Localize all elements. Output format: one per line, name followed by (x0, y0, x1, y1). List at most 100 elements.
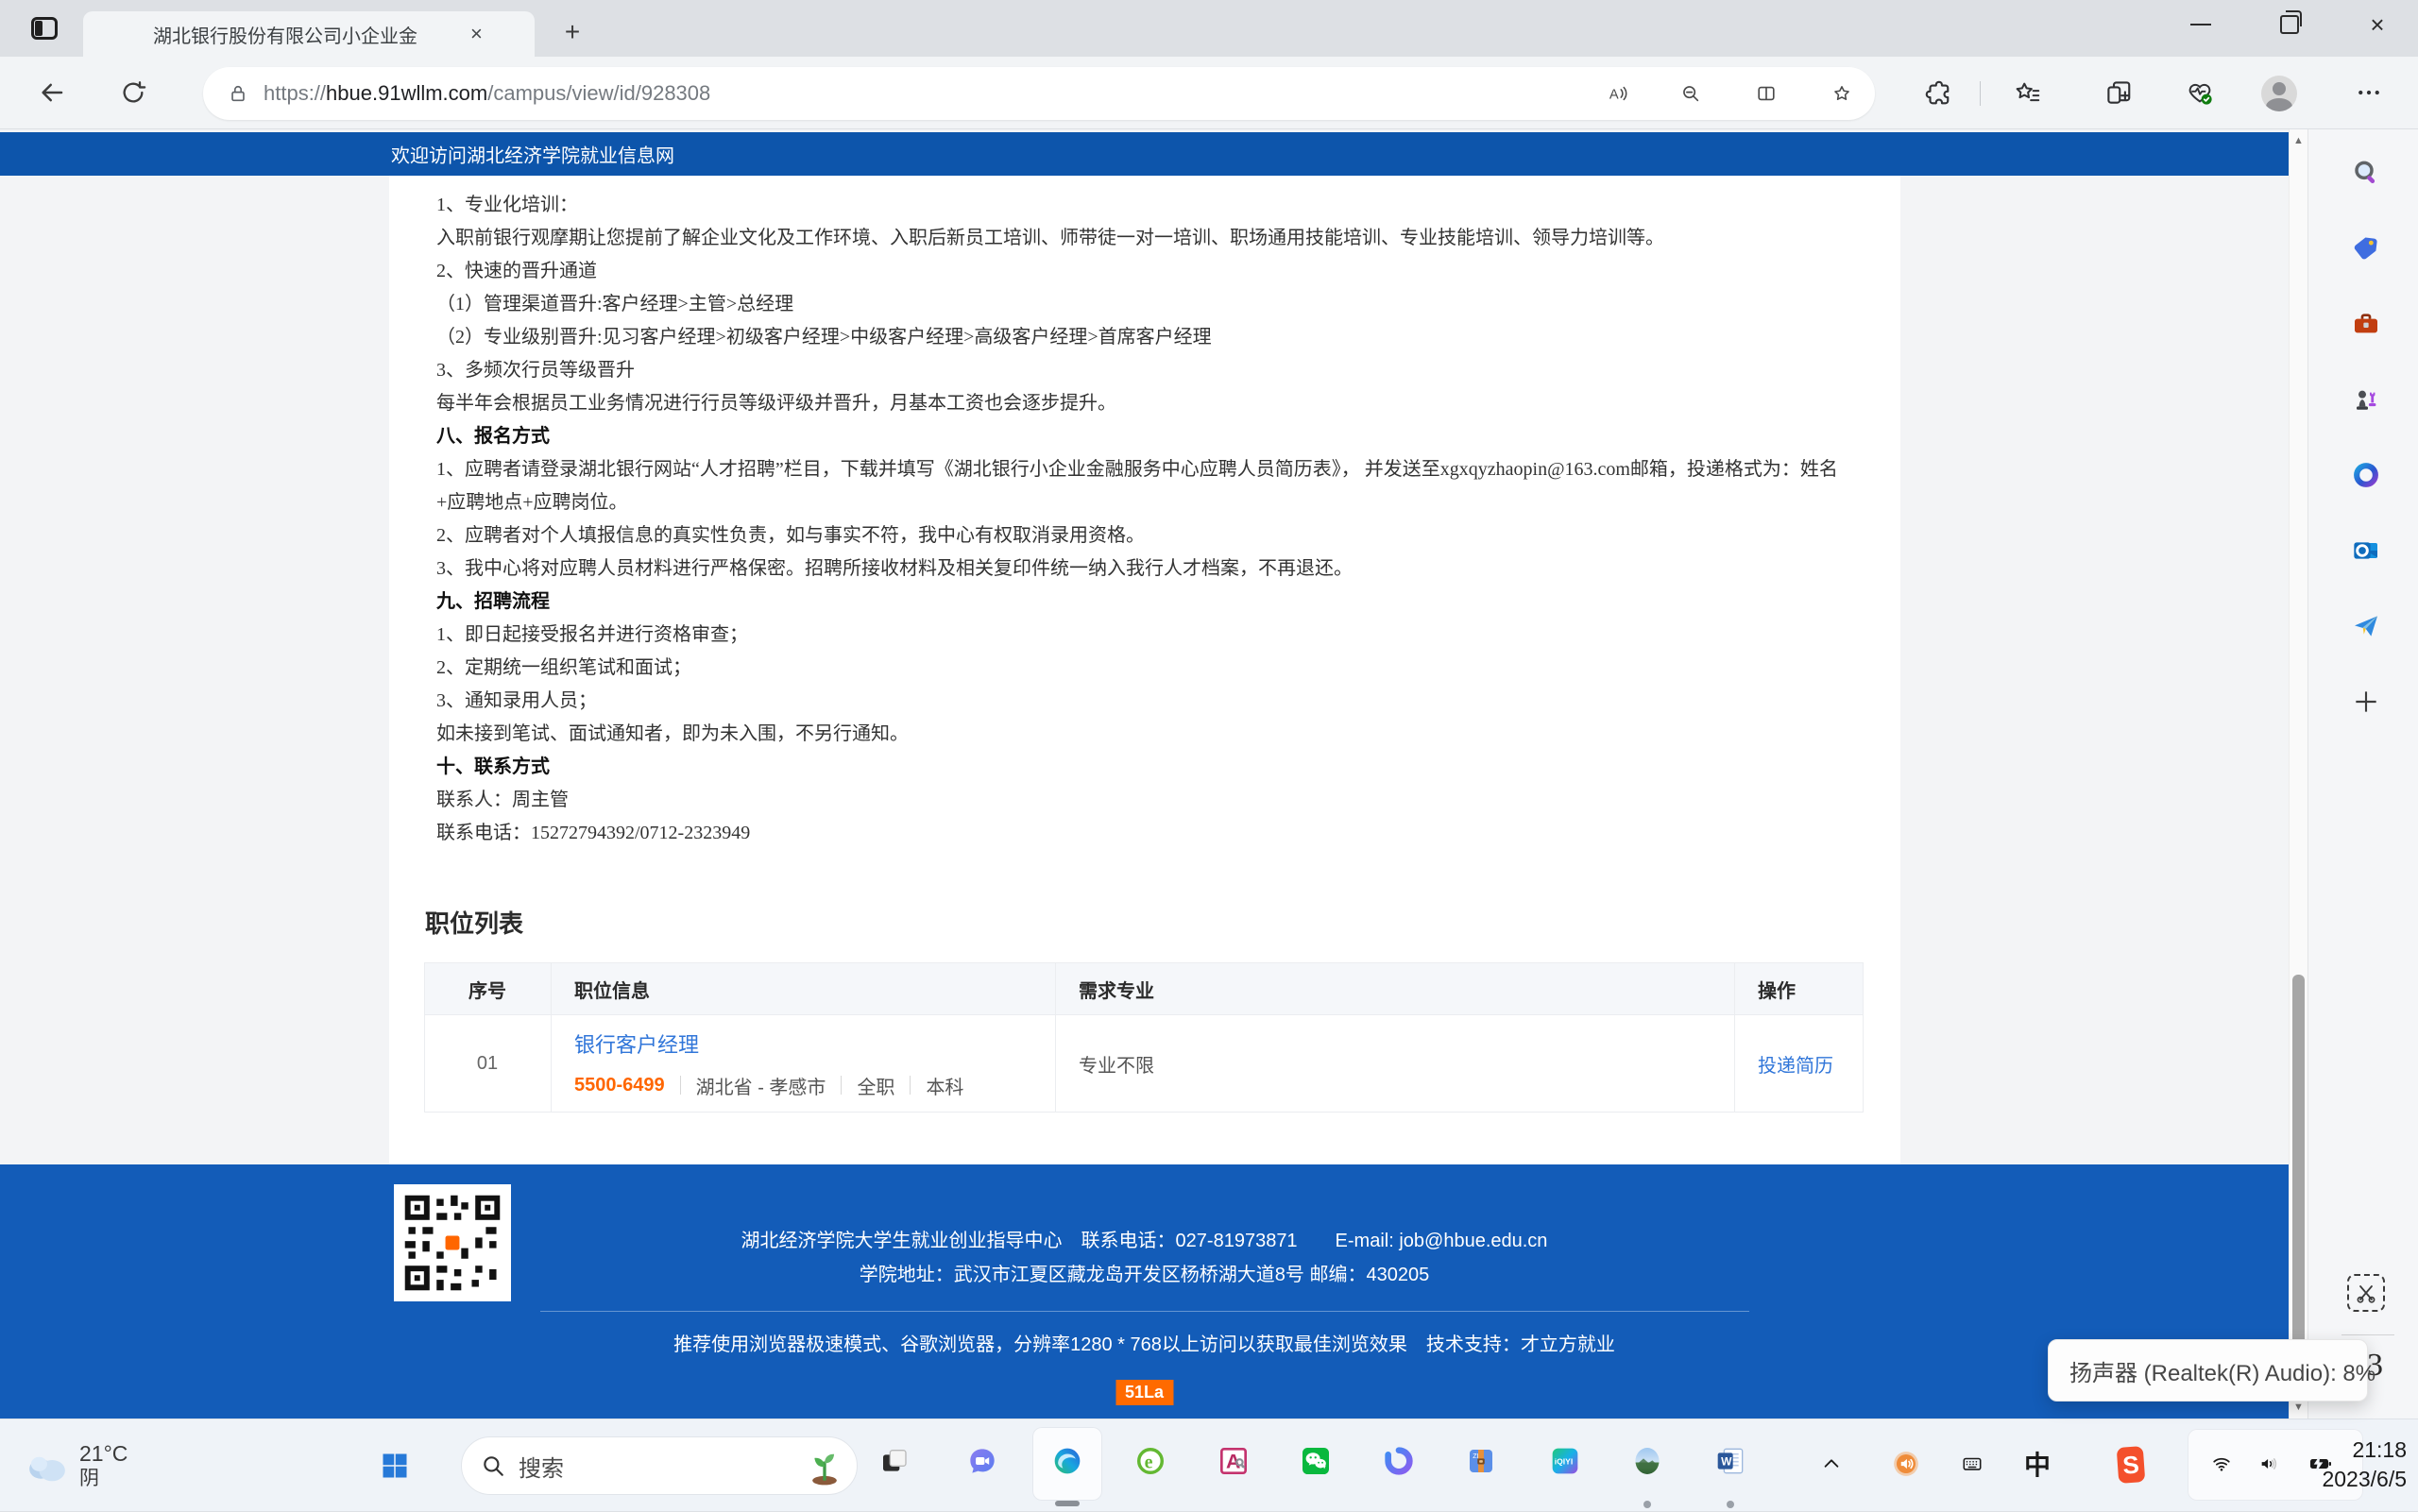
screenshot-tool-button[interactable] (2347, 1274, 2385, 1312)
51la-badge[interactable]: 51La (1115, 1380, 1174, 1405)
browser-tab[interactable]: 湖北银行股份有限公司小企业金 × (83, 11, 535, 57)
job-table-header: 序号 职位信息 需求专业 操作 (424, 962, 1864, 1015)
touch-keyboard-button[interactable] (1956, 1448, 1988, 1480)
tab-actions-button[interactable] (23, 12, 66, 44)
svg-text:A: A (1226, 1450, 1240, 1472)
weather-cloud-icon (29, 1456, 65, 1482)
job-type: 全职 (857, 1077, 895, 1098)
meeting-app-button[interactable] (962, 1440, 1003, 1482)
taskbar-weather-widget[interactable]: 21°C 阴 (25, 1419, 128, 1512)
article-paragraph: 2、定期统一组织笔试和面试； (436, 657, 691, 678)
col-action: 操作 (1734, 962, 1864, 1015)
360-browser-button[interactable]: e (1130, 1440, 1171, 1482)
url-text[interactable]: https://hbue.91wllm.com/campus/view/id/9… (264, 81, 710, 106)
scrollbar-thumb[interactable] (2292, 975, 2305, 1395)
apply-resume-link[interactable]: 投递简历 (1758, 1056, 1833, 1077)
minimize-button[interactable] (2165, 0, 2237, 49)
sidebar-drop-button[interactable] (2345, 605, 2387, 647)
keyboard-icon (1963, 1457, 1982, 1470)
favorite-star-icon (1834, 86, 1849, 101)
ime-indicator[interactable]: 中 (2021, 1448, 2053, 1480)
access-app-button[interactable]: A (1213, 1440, 1254, 1482)
360-browser-icon: e (1137, 1448, 1164, 1474)
loop-icon (1385, 1447, 1413, 1475)
collections-button[interactable] (2099, 73, 2138, 112)
task-view-button[interactable] (874, 1440, 915, 1482)
article-paragraph: 3、多频次行员等级晋升 (436, 360, 635, 381)
content-card: 1、专业化培训： 入职前银行观摩期让您提前了解企业文化及工作环境、入职后新员工培训… (389, 176, 1900, 1164)
iqiyi-button[interactable]: iQIYI (1544, 1440, 1586, 1482)
sogou-icon: S (2116, 1446, 2146, 1484)
col-major: 需求专业 (1055, 962, 1735, 1015)
sidebar-games-button[interactable] (2345, 379, 2387, 420)
job-title-link[interactable]: 银行客户经理 (574, 1028, 1054, 1059)
favorite-star-button[interactable] (1826, 77, 1858, 110)
wifi-icon (2213, 1457, 2230, 1471)
scrollbar-down-icon[interactable]: ▼ (2290, 1402, 2307, 1413)
loop-app-button[interactable] (1378, 1440, 1420, 1482)
article-paragraph: 联系电话：15272794392/0712-2323949 (436, 823, 751, 843)
wifi-indicator[interactable] (2205, 1448, 2238, 1480)
footer-notice-line: 推荐使用浏览器极速模式、谷歌浏览器，分辨率1280 * 768以上访问以获取最佳… (673, 1334, 1615, 1355)
edge-icon (1054, 1448, 1081, 1474)
shopping-tag-icon (2354, 237, 2377, 260)
zip-tool-button[interactable]: ZIP (1460, 1440, 1502, 1482)
article-paragraph: 2、快速的晋升通道 (436, 261, 597, 281)
close-button[interactable]: × (2341, 0, 2413, 49)
start-button[interactable] (375, 1446, 415, 1486)
split-screen-icon (1758, 86, 1775, 101)
sidebar-tools-button[interactable] (2345, 303, 2387, 345)
sidebar-shopping-button[interactable] (2345, 228, 2387, 269)
battery-indicator[interactable] (2303, 1448, 2339, 1480)
site-banner: 欢迎访问湖北经济学院就业信息网 (0, 132, 2289, 176)
scrollbar-up-icon[interactable]: ▲ (2290, 135, 2307, 146)
address-bar[interactable]: https://hbue.91wllm.com/campus/view/id/9… (203, 67, 1875, 120)
read-aloud-button[interactable]: A (1602, 77, 1634, 110)
search-icon (2355, 161, 2375, 183)
tray-volume-indicator[interactable] (1887, 1445, 1925, 1483)
edge-active-indicator (1055, 1501, 1080, 1506)
settings-menu-button[interactable] (2349, 73, 2389, 112)
speaker-indicator[interactable] (2253, 1448, 2285, 1480)
favorites-bar-button[interactable] (2008, 73, 2048, 112)
edge-browser-button[interactable] (1047, 1440, 1088, 1482)
word-running-indicator (1727, 1501, 1734, 1508)
tray-overflow-button[interactable] (1815, 1448, 1848, 1480)
wechat-button[interactable] (1295, 1440, 1337, 1482)
job-table-row: 01 银行客户经理 5500-6499 湖北省 - 孝感市 全职 本科 专业不限… (424, 1014, 1864, 1113)
footer-address-line: 学院地址：武汉市江夏区藏龙岛开发区杨桥湖大道8号 邮编：430205 (859, 1265, 1430, 1285)
col-index: 序号 (424, 962, 552, 1015)
new-tab-button[interactable]: + (555, 15, 589, 49)
restore-icon (2280, 10, 2302, 34)
extensions-button[interactable] (1917, 73, 1957, 112)
toolbar-divider (1980, 81, 1981, 106)
search-placeholder: 搜索 (519, 1455, 564, 1482)
zoom-out-button[interactable] (1675, 77, 1707, 110)
refresh-button[interactable] (113, 73, 153, 112)
sidebar-outlook-button[interactable] (2345, 530, 2387, 571)
sidebar-search-button[interactable] (2345, 152, 2387, 194)
split-screen-button[interactable] (1750, 77, 1782, 110)
footer-info-line: 湖北经济学院大学生就业创业指导中心 联系电话：027-81973871 E-ma… (741, 1231, 1548, 1251)
photos-running-indicator (1643, 1501, 1651, 1508)
zip-archive-icon: ZIP (1470, 1450, 1492, 1472)
banner-text: 欢迎访问湖北经济学院就业信息网 (391, 145, 674, 167)
browser-essentials-button[interactable] (2180, 73, 2220, 112)
sidebar-add-button[interactable] (2345, 681, 2387, 722)
tab-close-icon[interactable]: × (470, 24, 483, 44)
taskbar-search-box[interactable]: 搜索 (461, 1436, 858, 1495)
sidebar-divider (2341, 1334, 2394, 1335)
sogou-input-button[interactable]: S (2112, 1446, 2150, 1484)
restore-button[interactable] (2254, 0, 2325, 49)
page-scrollbar[interactable]: ▲ ▼ (2289, 129, 2307, 1419)
refresh-icon (123, 81, 146, 103)
back-button[interactable] (32, 73, 72, 112)
photos-app-button[interactable] (1626, 1440, 1668, 1482)
profile-avatar[interactable] (2261, 76, 2297, 111)
volume-popup-text: 扬声器 (Realtek(R) Audio): 8% (2069, 1360, 2376, 1386)
plus-icon (2356, 691, 2376, 712)
page-footer: 湖北经济学院大学生就业创业指导中心 联系电话：027-81973871 E-ma… (0, 1164, 2289, 1419)
word-app-button[interactable]: W (1710, 1440, 1751, 1482)
outlook-icon (2354, 542, 2377, 559)
sidebar-microsoft365-button[interactable] (2345, 454, 2387, 496)
